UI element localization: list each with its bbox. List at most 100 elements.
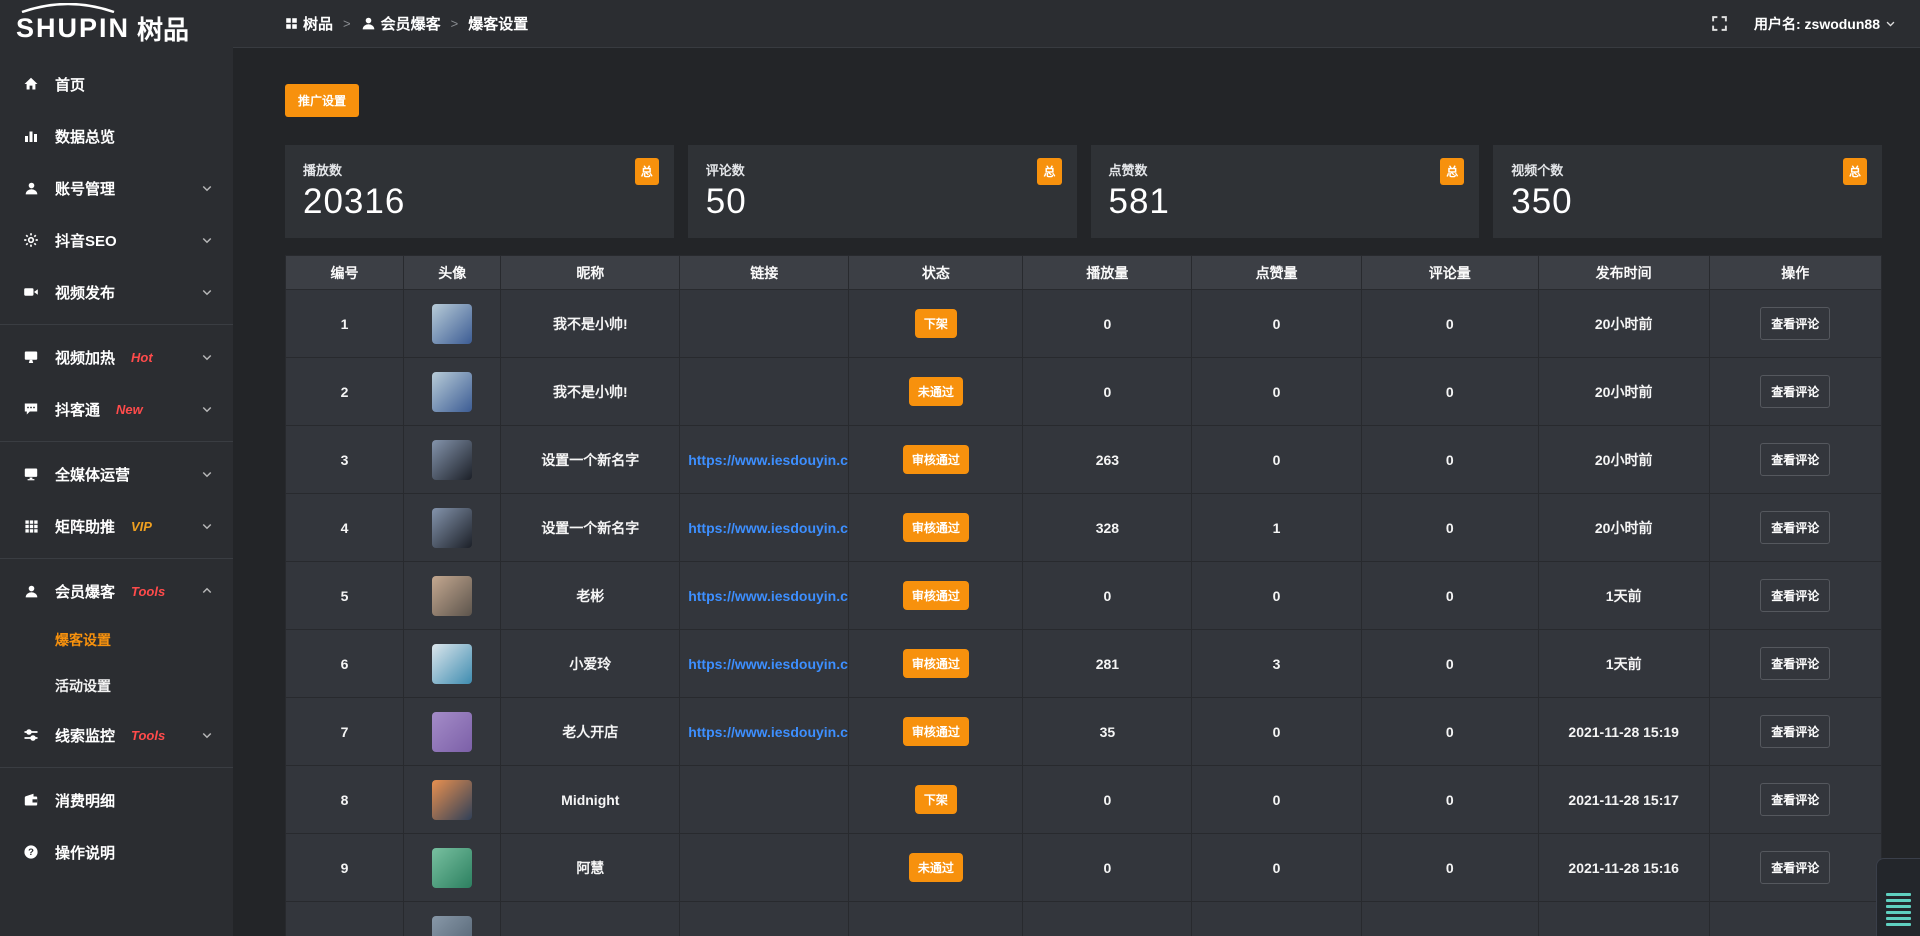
view-comments-button[interactable]: 查看评论 [1760,715,1830,748]
column-header: 头像 [404,256,501,290]
user-icon [361,16,376,31]
view-comments-button[interactable]: 查看评论 [1760,375,1830,408]
cell-time [1538,902,1709,936]
video-link[interactable]: https://www.iesdouyin.c [680,656,848,672]
view-comments-button[interactable]: 查看评论 [1760,851,1830,884]
dashboard-icon [285,17,298,30]
member-icon [22,584,40,599]
logo-arc [20,3,116,13]
gear-icon [22,232,40,248]
sidebar-item-badge: VIP [131,519,152,534]
sidebar-item[interactable]: 视频发布 [0,266,233,318]
total-badge[interactable]: 总 [1037,158,1061,185]
stat-card: 评论数50总 [688,145,1077,238]
sidebar-subitem[interactable]: 活动设置 [0,663,233,709]
cell-id: 6 [286,630,404,698]
video-link[interactable]: https://www.iesdouyin.c [680,452,848,468]
sidebar-subitem[interactable]: 爆客设置 [0,617,233,663]
cell-likes: 0 [1192,426,1361,494]
total-badge[interactable]: 总 [635,158,659,185]
grid-icon [22,519,40,534]
user-menu[interactable]: 用户名: zswodun88 [1754,14,1896,34]
breadcrumb-item[interactable]: 树品 [285,13,333,34]
sidebar-item[interactable]: 账号管理 [0,162,233,214]
video-link[interactable]: https://www.iesdouyin.c [680,520,848,536]
sidebar-divider [0,767,233,768]
cell-likes: 0 [1192,834,1361,902]
cell-action: 查看评论 [1709,358,1881,426]
sidebar-item[interactable]: 会员爆客Tools [0,565,233,617]
status-badge[interactable]: 审核通过 [903,445,969,474]
cell-link [680,358,849,426]
cell-link: https://www.iesdouyin.c [680,426,849,494]
view-comments-button[interactable]: 查看评论 [1760,307,1830,340]
sidebar-item[interactable]: 全媒体运营 [0,448,233,500]
cell-comments: 0 [1361,562,1538,630]
promo-settings-button[interactable]: 推广设置 [285,84,359,117]
logo-text-cn: 树品 [137,10,189,47]
sidebar-item-label: 首页 [55,74,85,95]
sidebar-item[interactable]: 抖音SEO [0,214,233,266]
cell-id: 8 [286,766,404,834]
status-badge[interactable]: 审核通过 [903,581,969,610]
cell-plays: 35 [1023,698,1192,766]
view-comments-button[interactable]: 查看评论 [1760,783,1830,816]
video-link[interactable]: https://www.iesdouyin.c [680,588,848,604]
sidebar-item[interactable]: 矩阵助推VIP [0,500,233,552]
total-badge[interactable]: 总 [1843,158,1867,185]
view-comments-button[interactable]: 查看评论 [1760,443,1830,476]
sidebar-item[interactable]: 数据总览 [0,110,233,162]
cell-avatar [404,698,501,766]
logo[interactable]: SHUPIN 树品 [0,0,233,50]
comment-icon [22,401,40,417]
table-header-row: 编号头像昵称链接状态播放量点赞量评论量发布时间操作 [286,256,1882,290]
video-link[interactable]: https://www.iesdouyin.c [680,724,848,740]
sidebar-divider [0,558,233,559]
breadcrumb-item[interactable]: 爆客设置 [468,13,528,34]
status-badge[interactable]: 未通过 [909,853,963,882]
stat-label: 视频个数 [1511,160,1864,179]
cell-time: 2021-11-28 15:19 [1538,698,1709,766]
sidebar-item[interactable]: 消费明细 [0,774,233,826]
cell-avatar [404,426,501,494]
fullscreen-icon[interactable] [1711,15,1728,32]
sidebar-item-label: 全媒体运营 [55,464,130,485]
status-badge[interactable]: 审核通过 [903,649,969,678]
view-comments-button[interactable]: 查看评论 [1760,579,1830,612]
sidebar-item[interactable]: ?操作说明 [0,826,233,878]
column-header: 点赞量 [1192,256,1361,290]
breadcrumb-item[interactable]: 会员爆客 [361,13,441,34]
sidebar-item[interactable]: 首页 [0,58,233,110]
total-badge[interactable]: 总 [1440,158,1464,185]
sidebar-item-badge: Hot [131,350,153,365]
view-comments-button[interactable]: 查看评论 [1760,647,1830,680]
cell-nickname: Midnight [501,766,680,834]
status-badge[interactable]: 审核通过 [903,513,969,542]
cell-id: 5 [286,562,404,630]
table-row [286,902,1882,936]
status-badge[interactable]: 下架 [915,785,957,814]
username: zswodun88 [1805,16,1880,32]
status-badge[interactable]: 审核通过 [903,717,969,746]
status-badge[interactable]: 下架 [915,309,957,338]
floating-widget[interactable] [1876,858,1920,936]
heat-icon [22,349,40,365]
sidebar-item-label: 视频发布 [55,282,115,303]
cell-status: 未通过 [849,834,1023,902]
cell-time: 2021-11-28 15:17 [1538,766,1709,834]
cell-comments: 0 [1361,426,1538,494]
table-row: 2我不是小帅!未通过00020小时前查看评论 [286,358,1882,426]
home-icon [22,76,40,92]
videos-table-wrap: 编号头像昵称链接状态播放量点赞量评论量发布时间操作 1我不是小帅!下架00020… [285,255,1882,936]
status-badge[interactable]: 未通过 [909,377,963,406]
sidebar-item[interactable]: 抖客通New [0,383,233,435]
stat-value: 581 [1109,182,1462,222]
cell-avatar [404,902,501,936]
cell-link [680,766,849,834]
cell-time: 1天前 [1538,562,1709,630]
sidebar-item[interactable]: 视频加热Hot [0,331,233,383]
sidebar-item[interactable]: 线索监控Tools [0,709,233,761]
stat-card: 播放数20316总 [285,145,674,238]
view-comments-button[interactable]: 查看评论 [1760,511,1830,544]
video-icon [22,284,40,300]
